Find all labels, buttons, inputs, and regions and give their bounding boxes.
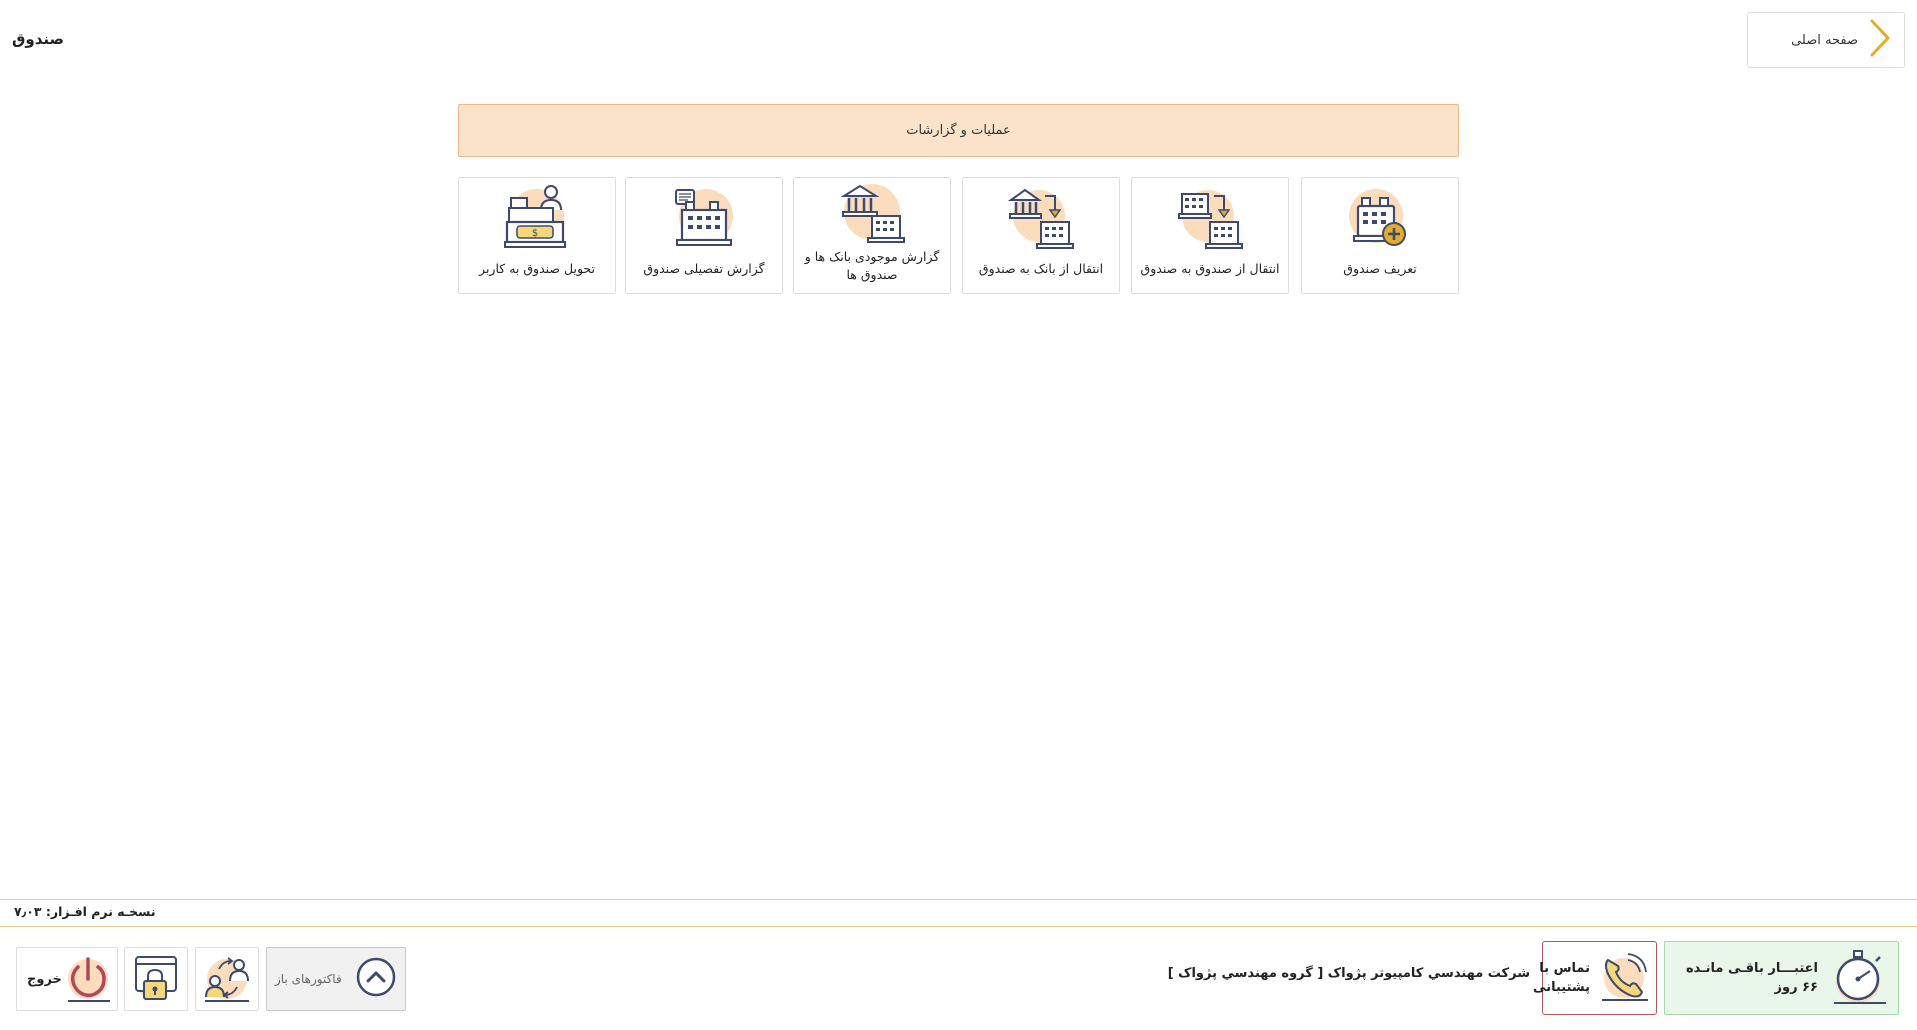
bank-register-balance-icon: [834, 182, 910, 248]
cash-register-add-icon: [1342, 182, 1418, 258]
power-icon: [62, 951, 114, 1007]
home-button[interactable]: صفحه اصلی: [1747, 12, 1905, 68]
register-detail-report-icon: [666, 182, 742, 258]
lock-icon: [130, 951, 182, 1007]
remaining-credit-days: ۶۶ روز: [1774, 980, 1818, 995]
contact-support-text: تماس با پشتیبانی: [1533, 959, 1590, 997]
section-header: عملیات و گزارشات: [458, 104, 1459, 157]
exit-button[interactable]: خروج: [16, 947, 118, 1011]
software-version: نسخـه نرم افـزار: ۷٫۰۳: [14, 904, 156, 919]
open-invoices-label: فاکتورهای باز: [275, 972, 342, 986]
page-title: صندوق: [12, 30, 65, 48]
bank-to-register-icon: [1003, 182, 1079, 258]
tile-bank-register-balance-report[interactable]: گزارش موجودی بانک ها و صندوق ها: [793, 177, 951, 294]
footer-divider-top: [0, 899, 1917, 900]
tile-register-detail-report[interactable]: گزارش تفصیلی صندوق: [625, 177, 783, 294]
exit-label: خروج: [27, 971, 62, 987]
tile-label: انتقال از بانک به صندوق: [978, 261, 1104, 276]
home-button-label: صفحه اصلی: [1791, 32, 1858, 48]
svg-text:$: $: [532, 228, 538, 239]
lock-screen-button[interactable]: [124, 947, 188, 1011]
switch-user-icon: [201, 951, 253, 1007]
tile-label: گزارش موجودی بانک ها و صندوق ها: [804, 249, 940, 282]
remaining-credit-label: اعتبـــار باقـی مانـده: [1685, 961, 1818, 976]
remaining-credit-text: اعتبـــار باقـی مانـده ۶۶ روز: [1686, 959, 1818, 997]
open-invoices-button[interactable]: فاکتورهای باز: [266, 947, 406, 1011]
register-to-register-icon: [1172, 182, 1248, 258]
tile-label: تحویل صندوق به کاربر: [479, 261, 595, 276]
company-name: شرکت مهندسي کامپيوتر پژواک [ گروه مهندسي…: [1167, 966, 1530, 981]
contact-support-button[interactable]: تماس با پشتیبانی: [1533, 941, 1657, 1015]
phone-icon: [1598, 950, 1650, 1006]
footer-divider-bottom: [0, 926, 1917, 927]
tile-define-register[interactable]: تعریف صندوق: [1301, 177, 1459, 294]
register-handover-icon: $: [499, 182, 575, 258]
stopwatch-icon: [1828, 945, 1890, 1011]
remaining-credit-box: اعتبـــار باقـی مانـده ۶۶ روز: [1664, 941, 1899, 1015]
tile-register-to-register[interactable]: انتقال از صندوق به صندوق: [1131, 177, 1289, 294]
chevron-up-circle-icon: [355, 956, 397, 1002]
tile-label: تعریف صندوق: [1343, 261, 1417, 276]
tile-register-handover[interactable]: $ تحویل صندوق به کاربر: [458, 177, 616, 294]
tile-bank-to-register[interactable]: انتقال از بانک به صندوق: [962, 177, 1120, 294]
chevron-right-icon: [1868, 19, 1892, 61]
contact-support-line1: تماس با: [1539, 961, 1590, 976]
contact-support-line2: پشتیبانی: [1533, 980, 1590, 995]
tile-label: گزارش تفصیلی صندوق: [643, 261, 765, 276]
tile-label: انتقال از صندوق به صندوق: [1140, 261, 1280, 276]
switch-user-button[interactable]: [195, 947, 259, 1011]
